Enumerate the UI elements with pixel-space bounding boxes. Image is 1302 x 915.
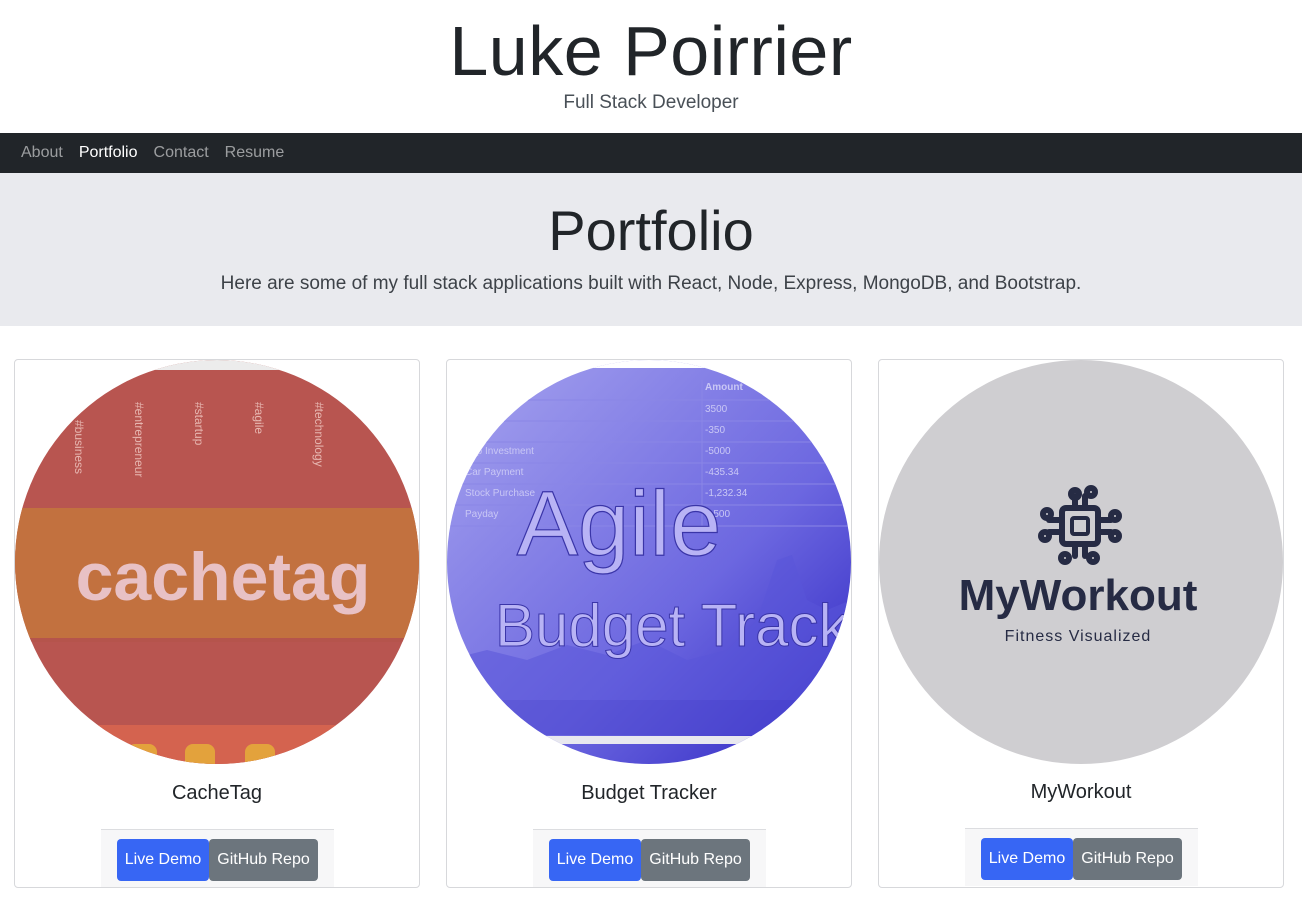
- github-repo-button-myworkout[interactable]: GitHub Repo: [1073, 838, 1182, 880]
- card-footer: Live Demo GitHub Repo: [533, 829, 766, 887]
- budget-image-subtitle: Budget Tracke: [495, 592, 851, 659]
- budget-row-1-value: 3500: [705, 404, 728, 415]
- project-card-budget-tracker: Amount 3500 -350 rtup Investment -5000 C…: [446, 359, 852, 888]
- card-footer: Live Demo GitHub Repo: [101, 829, 334, 887]
- github-repo-button-cachetag[interactable]: GitHub Repo: [209, 839, 318, 881]
- project-title-myworkout: MyWorkout: [1030, 781, 1132, 803]
- myworkout-logo-text: MyWorkout: [959, 571, 1198, 620]
- hashtag-business: #business: [72, 420, 86, 474]
- budget-row-2-value: -350: [705, 425, 725, 436]
- myworkout-image[interactable]: MyWorkout Fitness Visualized: [879, 360, 1283, 764]
- budget-row-6-label: Payday: [465, 509, 498, 520]
- hashtag-startup: #startup: [192, 402, 206, 446]
- site-title: Luke Poirrier: [449, 12, 853, 90]
- site-subtitle: Full Stack Developer: [563, 92, 739, 113]
- project-title-budget-tracker: Budget Tracker: [581, 782, 717, 804]
- nav-link-resume[interactable]: Resume: [225, 133, 285, 173]
- live-demo-button-budget-tracker[interactable]: Live Demo: [549, 839, 641, 881]
- github-repo-button-budget-tracker[interactable]: GitHub Repo: [641, 839, 750, 881]
- project-cards: #business #entrepreneur #startup #agile …: [0, 326, 1302, 915]
- card-footer: Live Demo GitHub Repo: [965, 828, 1198, 886]
- live-demo-button-myworkout[interactable]: Live Demo: [981, 838, 1073, 880]
- budget-tracker-image[interactable]: Amount 3500 -350 rtup Investment -5000 C…: [447, 360, 851, 764]
- portfolio-jumbotron: Portfolio Here are some of my full stack…: [0, 173, 1302, 326]
- project-card-cachetag: #business #entrepreneur #startup #agile …: [14, 359, 420, 888]
- page-title: Portfolio: [548, 199, 754, 262]
- nav-link-contact[interactable]: Contact: [154, 133, 209, 173]
- navbar: About Portfolio Contact Resume: [0, 133, 1302, 173]
- hashtag-agile: #agile: [252, 402, 266, 434]
- project-title-cachetag: CacheTag: [171, 782, 263, 804]
- project-card-myworkout: MyWorkout Fitness Visualized MyWorkout L…: [878, 359, 1284, 888]
- hashtag-entrepreneur: #entrepreneur: [132, 402, 146, 477]
- site-header: Luke Poirrier Full Stack Developer: [0, 0, 1302, 133]
- myworkout-tagline: Fitness Visualized: [1005, 628, 1152, 645]
- budget-row-3-label: rtup Investment: [465, 446, 534, 457]
- budget-row-4-label: Car Payment: [465, 467, 524, 478]
- budget-table-header: Amount: [705, 382, 743, 393]
- cachetag-image[interactable]: #business #entrepreneur #startup #agile …: [15, 360, 419, 764]
- nav-link-portfolio[interactable]: Portfolio: [79, 133, 138, 173]
- live-demo-button-cachetag[interactable]: Live Demo: [117, 839, 209, 881]
- page-description: Here are some of my full stack applicati…: [220, 273, 1082, 294]
- hashtag-technology: #technology: [312, 402, 326, 467]
- budget-image-title: Agile: [517, 473, 722, 575]
- cachetag-logo-text: cachetag: [76, 539, 371, 615]
- nav-link-about[interactable]: About: [21, 133, 63, 173]
- budget-row-3-value: -5000: [705, 446, 731, 457]
